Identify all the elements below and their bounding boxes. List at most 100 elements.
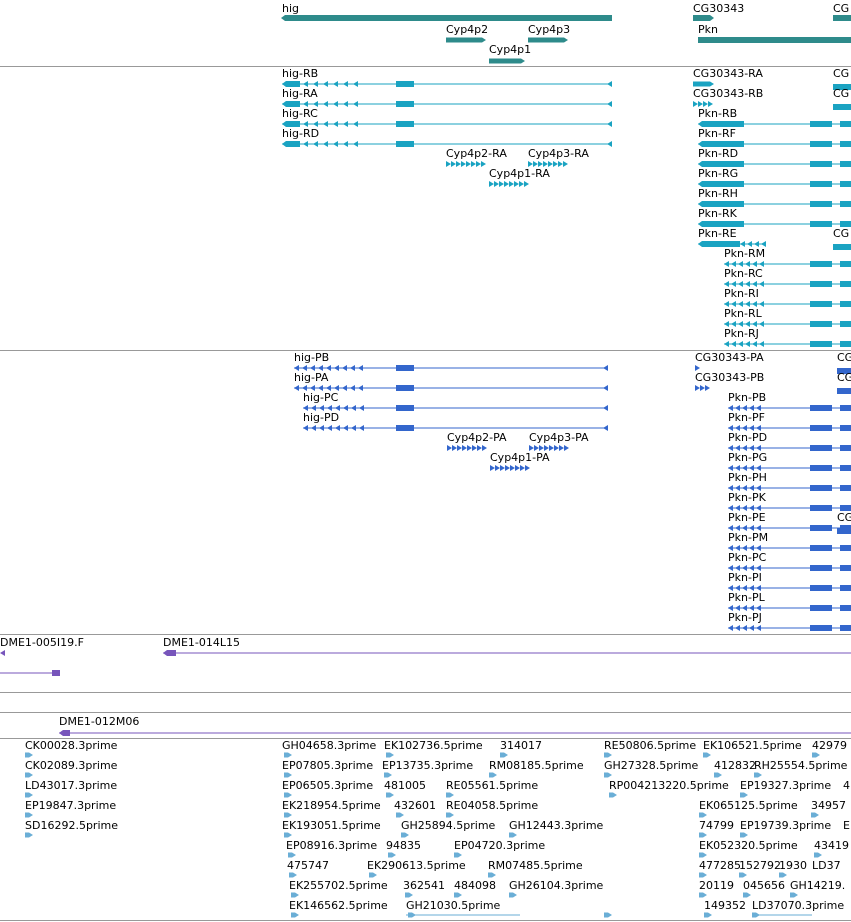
protein-label[interactable]: Cyp4p3-PA <box>529 432 589 444</box>
transcript-label[interactable]: Pkn-RF <box>698 128 736 140</box>
est-label[interactable]: GH26104.3prime <box>509 880 603 892</box>
transcript-label[interactable]: Pkn-RB <box>698 108 737 120</box>
transcript-label[interactable]: CG30343-RB <box>693 88 763 100</box>
est-label[interactable]: RE04058.5prime <box>446 800 538 812</box>
protein-label[interactable]: Pkn-PH <box>728 472 767 484</box>
protein-label[interactable]: Cyp4p1-PA <box>490 452 550 464</box>
transcript-label[interactable]: CG <box>833 68 849 80</box>
gene-label[interactable]: Cyp4p1 <box>489 44 531 56</box>
est-label[interactable]: E <box>843 820 850 832</box>
est-label[interactable]: 475747 <box>287 860 329 872</box>
est-label[interactable]: 432601 <box>394 800 436 812</box>
protein-label[interactable]: Cyp4p2-PA <box>447 432 507 444</box>
est-label[interactable]: 412832 <box>714 760 756 772</box>
transcript-label[interactable]: hig-RA <box>282 88 318 100</box>
est-label[interactable]: LD37070.3prime <box>752 900 844 912</box>
est-label[interactable]: EP19327.3prime <box>740 780 831 792</box>
protein-label[interactable]: Pkn-PG <box>728 452 767 464</box>
est-label[interactable]: RP004213220.5prime <box>609 780 729 792</box>
gene-label[interactable]: CG <box>833 3 849 15</box>
est-label[interactable]: EK218954.5prime <box>282 800 381 812</box>
est-label[interactable]: EK106521.5prime <box>703 740 802 752</box>
est-label[interactable]: 152792 <box>739 860 781 872</box>
est-label[interactable]: 94835 <box>386 840 421 852</box>
protein-label[interactable]: CG <box>837 352 851 364</box>
transcript-label[interactable]: Pkn-RI <box>724 288 759 300</box>
est-label[interactable]: SD16292.5prime <box>25 820 118 832</box>
protein-label[interactable]: Pkn-PK <box>728 492 766 504</box>
est-label[interactable]: 481005 <box>384 780 426 792</box>
transcript-label[interactable]: Cyp4p3-RA <box>528 148 589 160</box>
gene-label[interactable]: CG30343 <box>693 3 744 15</box>
est-label[interactable]: 045656 <box>743 880 785 892</box>
protein-label[interactable]: CG <box>837 372 851 384</box>
protein-label[interactable]: CG30343-PB <box>695 372 764 384</box>
est-label[interactable]: CK00028.3prime <box>25 740 117 752</box>
protein-label[interactable]: Pkn-PB <box>728 392 766 404</box>
gene-label[interactable]: hig <box>282 3 299 15</box>
est-label[interactable]: 149352 <box>704 900 746 912</box>
est-label[interactable]: GH12443.3prime <box>509 820 603 832</box>
est-label[interactable]: EK052320.5prime <box>699 840 798 852</box>
est-label[interactable]: EK102736.5prime <box>384 740 483 752</box>
est-label[interactable]: 477285 <box>699 860 741 872</box>
transcript-label[interactable]: Pkn-RK <box>698 208 737 220</box>
est-label[interactable]: 314017 <box>500 740 542 752</box>
protein-label[interactable]: hig-PD <box>303 412 339 424</box>
est-label[interactable]: GH27328.5prime <box>604 760 698 772</box>
protein-label[interactable]: Pkn-PM <box>728 532 768 544</box>
protein-label[interactable]: hig-PA <box>294 372 328 384</box>
est-label[interactable]: LD43017.3prime <box>25 780 117 792</box>
est-label[interactable]: 34957 <box>811 800 846 812</box>
clone-label[interactable]: DME1-012M06 <box>59 716 139 728</box>
est-label[interactable]: GH04658.3prime <box>282 740 376 752</box>
protein-label[interactable]: Pkn-PJ <box>728 612 762 624</box>
transcript-label[interactable]: Pkn-RG <box>698 168 738 180</box>
transcript-label[interactable]: Pkn-RC <box>724 268 763 280</box>
protein-label[interactable]: hig-PC <box>303 392 338 404</box>
est-label[interactable]: EK065125.5prime <box>699 800 798 812</box>
est-label[interactable]: EP19847.3prime <box>25 800 116 812</box>
transcript-label[interactable]: Pkn-RJ <box>724 328 759 340</box>
protein-label[interactable]: Pkn-PI <box>728 572 762 584</box>
clone-label[interactable]: DME1-005I19.F <box>0 637 84 649</box>
transcript-label[interactable]: Cyp4p2-RA <box>446 148 507 160</box>
est-label[interactable]: 4 <box>843 780 850 792</box>
gene-label[interactable]: Cyp4p3 <box>528 24 570 36</box>
clone-label[interactable]: DME1-014L15 <box>163 637 240 649</box>
transcript-label[interactable]: Pkn-RH <box>698 188 738 200</box>
est-label[interactable]: 484098 <box>454 880 496 892</box>
transcript-label[interactable]: hig-RC <box>282 108 318 120</box>
protein-label[interactable]: CG <box>837 512 851 524</box>
transcript-label[interactable]: Pkn-RL <box>724 308 762 320</box>
gene-label[interactable]: Pkn <box>698 24 718 36</box>
protein-label[interactable]: Pkn-PD <box>728 432 767 444</box>
transcript-label[interactable]: CG <box>833 88 849 100</box>
est-label[interactable]: 43419 <box>814 840 849 852</box>
est-label[interactable]: LD37 <box>812 860 841 872</box>
transcript-label[interactable]: Pkn-RD <box>698 148 738 160</box>
protein-label[interactable]: CG30343-PA <box>695 352 764 364</box>
protein-label[interactable]: Pkn-PL <box>728 592 765 604</box>
transcript-label[interactable]: Pkn-RM <box>724 248 765 260</box>
est-label[interactable]: 74799 <box>699 820 734 832</box>
est-label[interactable]: RM08185.5prime <box>489 760 584 772</box>
est-label[interactable]: EK193051.5prime <box>282 820 381 832</box>
gene-label[interactable]: Cyp4p2 <box>446 24 488 36</box>
transcript-label[interactable]: Cyp4p1-RA <box>489 168 550 180</box>
est-label[interactable]: 1930 <box>779 860 807 872</box>
est-label[interactable]: EP07805.3prime <box>282 760 373 772</box>
est-label[interactable]: RM07485.5prime <box>488 860 583 872</box>
est-label[interactable]: EP04720.3prime <box>454 840 545 852</box>
est-label[interactable]: EP19739.3prime <box>740 820 831 832</box>
est-label[interactable]: EP13735.3prime <box>382 760 473 772</box>
transcript-label[interactable]: Pkn-RE <box>698 228 737 240</box>
est-label[interactable]: 42979 <box>812 740 847 752</box>
transcript-label[interactable]: hig-RD <box>282 128 319 140</box>
transcript-label[interactable]: hig-RB <box>282 68 318 80</box>
protein-label[interactable]: Pkn-PF <box>728 412 765 424</box>
est-label[interactable]: EK290613.5prime <box>367 860 466 872</box>
est-label[interactable]: EK146562.5prime <box>289 900 388 912</box>
transcript-label[interactable]: CG <box>833 228 849 240</box>
est-label[interactable]: RH25554.5prime <box>754 760 847 772</box>
